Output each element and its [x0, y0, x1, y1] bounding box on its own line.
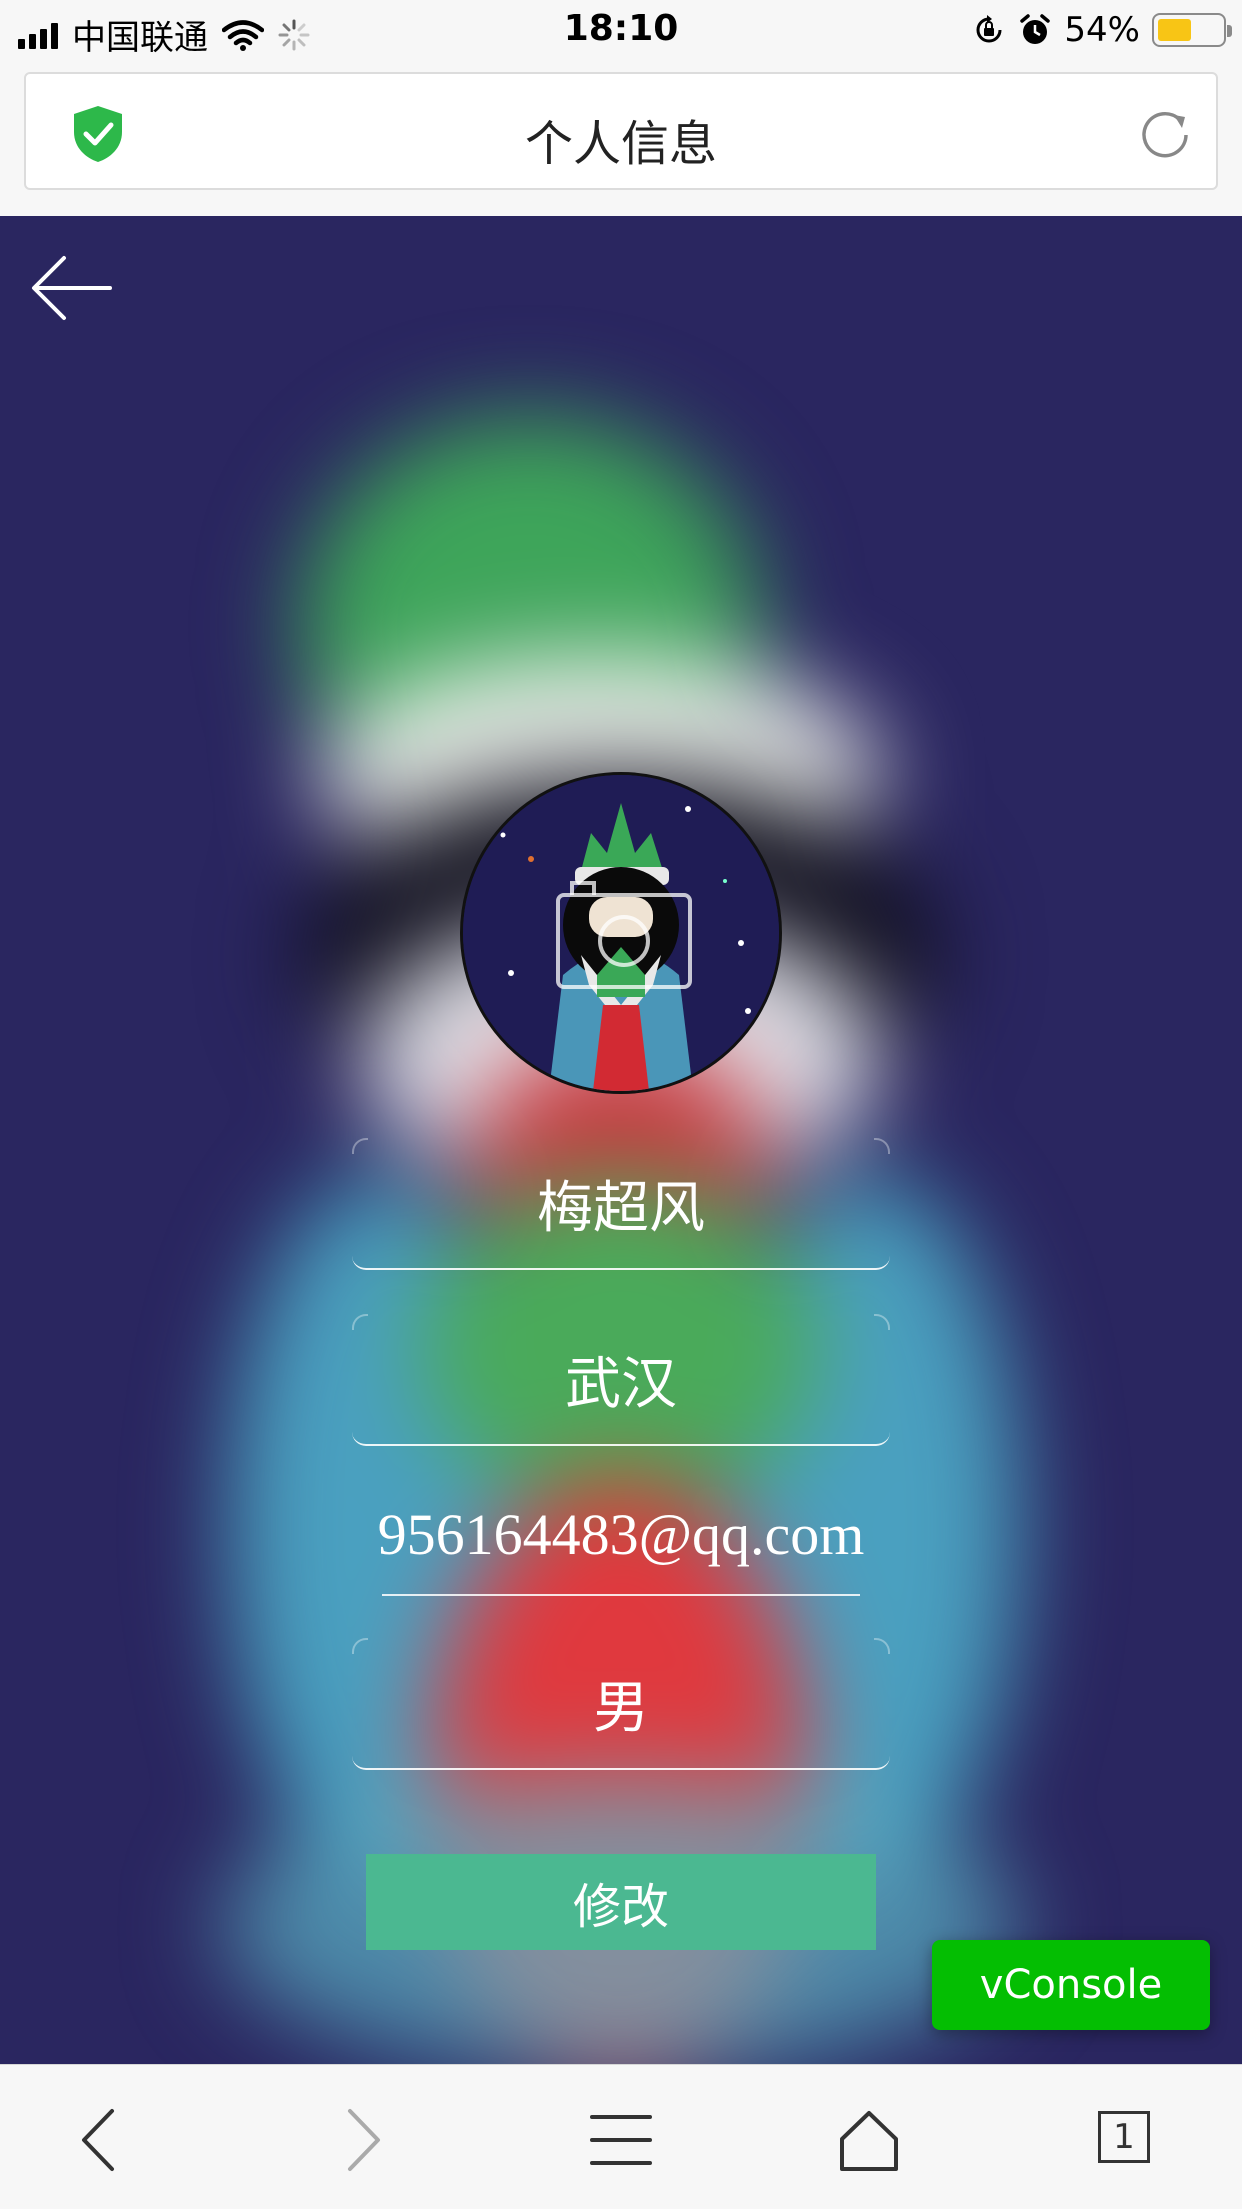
home-icon[interactable]: [834, 2105, 904, 2175]
browser-toolbar: 1: [0, 2064, 1242, 2209]
status-bar: 中国联通 18:10 54%: [0, 0, 1242, 62]
back-arrow-icon[interactable]: [30, 252, 114, 324]
city-field[interactable]: 武汉: [352, 1314, 890, 1446]
modify-button[interactable]: 修改: [366, 1854, 876, 1950]
name-field[interactable]: 梅超风: [352, 1138, 890, 1270]
status-right: 54%: [972, 10, 1232, 50]
back-icon[interactable]: [66, 2105, 136, 2175]
alarm-icon: [1020, 14, 1051, 44]
gender-value: 男: [593, 1675, 649, 1741]
vconsole-button[interactable]: vConsole: [932, 1940, 1210, 2030]
email-value: 956164483@qq.com: [377, 1501, 865, 1567]
battery-percent: 54%: [1064, 10, 1140, 50]
reload-icon[interactable]: [1136, 106, 1194, 164]
gender-field[interactable]: 男: [352, 1638, 890, 1770]
forward-icon[interactable]: [326, 2105, 396, 2175]
avatar[interactable]: [460, 772, 782, 1094]
menu-icon[interactable]: [586, 2105, 656, 2175]
email-field[interactable]: 956164483@qq.com: [378, 1474, 864, 1596]
page-title: 个人信息: [524, 116, 717, 172]
battery-icon: [1152, 13, 1232, 47]
address-bar[interactable]: 个人信息: [24, 72, 1218, 190]
city-value: 武汉: [565, 1351, 677, 1417]
name-value: 梅超风: [537, 1175, 705, 1241]
profile-page: 梅超风 武汉 956164483@qq.com 男 修改: [0, 216, 1242, 2064]
rotation-lock-icon: [976, 15, 1002, 43]
battery-fill: [1158, 19, 1191, 41]
tabs-icon[interactable]: 1: [1098, 2111, 1150, 2163]
camera-icon: [556, 881, 692, 989]
